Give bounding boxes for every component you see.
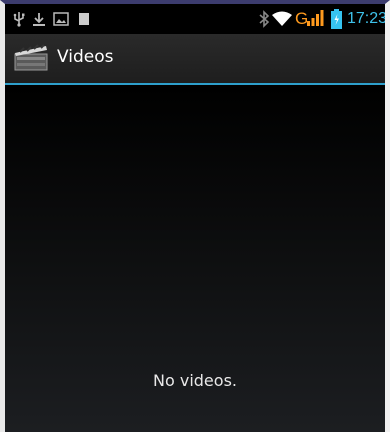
bluetooth-icon [259,10,270,28]
video-list-area: No videos. [5,85,385,432]
clapperboard-icon[interactable] [13,44,49,72]
status-clock: 17:23 [347,10,388,27]
gallery-icon [53,12,69,26]
signal-icon [307,10,324,26]
download-icon [33,13,45,26]
wifi-icon [272,11,292,26]
usb-icon [13,12,25,27]
action-bar: Videos [5,34,385,85]
sdcard-icon [79,13,89,25]
empty-state-message: No videos. [153,371,237,390]
phone-screen: G 17:23 Videos No videos. [0,0,390,432]
battery-icon [331,9,342,29]
page-title: Videos [57,47,114,67]
status-bar: G 17:23 [5,4,385,34]
